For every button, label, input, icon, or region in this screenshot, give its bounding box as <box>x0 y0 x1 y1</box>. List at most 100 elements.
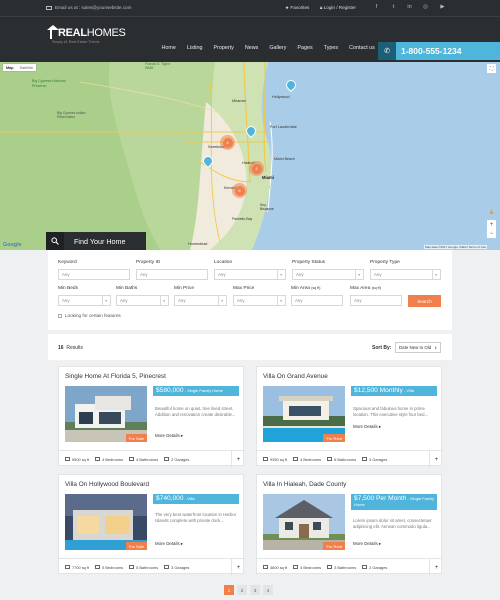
bath-icon <box>327 565 333 569</box>
plus-icon[interactable]: + <box>429 451 443 468</box>
min-beds-select[interactable]: Any ▾ <box>58 295 111 306</box>
property-status-select[interactable]: Any ▾ <box>292 269 364 280</box>
page-2-button[interactable]: 2 <box>237 585 247 595</box>
location-label: Location <box>214 260 233 265</box>
map-type-map[interactable]: Map <box>3 64 17 71</box>
garage-icon <box>362 565 368 569</box>
results-count: 16 Results <box>58 345 84 351</box>
logo-text: REALHOMES <box>58 27 126 39</box>
phone-icon: ✆ <box>378 42 396 60</box>
map-cluster-marker[interactable]: 4 <box>220 135 235 150</box>
nav-item-home[interactable]: Home <box>156 45 181 51</box>
property-title[interactable]: Villa On Hollywood Boulevard <box>65 481 149 488</box>
property-map[interactable]: Map Satellite Big Cypress National Prese… <box>0 62 500 250</box>
property-id-input[interactable]: Any <box>136 269 208 280</box>
zoom-in-icon[interactable]: + <box>487 220 496 229</box>
chevron-down-icon: ▾ <box>277 295 282 306</box>
property-features: 5500 sq ft 4 Bedrooms 4 Bathrooms 2 Gara… <box>59 450 245 468</box>
min-baths-select[interactable]: Any ▾ <box>116 295 169 306</box>
map-cluster-marker[interactable]: 4 <box>249 161 264 176</box>
property-image[interactable]: For Sale <box>65 494 147 550</box>
chevron-down-icon: ▾ <box>355 269 360 280</box>
twitter-icon[interactable]: t <box>390 4 397 11</box>
area-icon <box>65 565 70 569</box>
property-features: 4800 sq ft 4 Bedrooms 3 Bathrooms 2 Gara… <box>257 558 443 576</box>
min-beds-label: Min Beds <box>58 286 78 291</box>
page-4-button[interactable]: 4 <box>263 585 273 595</box>
favorites-link[interactable]: ★ Favorites <box>285 5 309 11</box>
bath-icon <box>129 457 135 461</box>
phone-box[interactable]: ✆ 1-800-555-1234 <box>378 42 500 60</box>
property-title[interactable]: Villa On Grand Avenue <box>263 373 328 380</box>
nav-item-contact[interactable]: Contact us <box>344 45 381 51</box>
location-select[interactable]: Any ▾ <box>214 269 286 280</box>
map-type-satellite[interactable]: Satellite <box>17 64 37 71</box>
property-image[interactable]: For Rent <box>263 494 345 550</box>
map-cluster-marker[interactable]: 6 <box>232 183 247 198</box>
contact-email[interactable]: Email us at : sales@yourwebsite.com <box>46 5 131 10</box>
zoom-out-icon[interactable]: − <box>487 229 496 238</box>
nav-item-types[interactable]: Types <box>318 45 343 51</box>
cluster-count: 4 <box>222 137 233 148</box>
max-area-label: Max Area (sq ft) <box>350 286 381 291</box>
property-image[interactable]: For Sale <box>65 386 147 442</box>
more-details-link[interactable]: More Details ▸ <box>155 433 183 439</box>
nav-item-gallery[interactable]: Gallery <box>264 45 292 51</box>
property-image[interactable]: For Rent <box>263 386 345 442</box>
property-card[interactable]: Villa In Hialeah, Dade County For Rent $… <box>256 474 443 576</box>
keyword-input[interactable]: Any <box>58 269 130 280</box>
more-details-link[interactable]: More Details ▸ <box>353 424 381 430</box>
page-3-button[interactable]: 3 <box>250 585 260 595</box>
baths-value: 3 Bathrooms <box>334 564 357 570</box>
nav-item-property[interactable]: Property <box>208 45 239 51</box>
search-icon <box>46 232 64 250</box>
area-value: 9350 sq ft <box>270 456 288 462</box>
map-label-key-biscayne: Key Biscayne <box>260 203 274 211</box>
property-type-select[interactable]: Any ▾ <box>370 269 441 280</box>
features-toggle[interactable]: Looking for certain features <box>58 313 121 318</box>
baths-value: 6 Bathrooms <box>334 456 357 462</box>
login-register-link[interactable]: 🔒︎ Login / Register <box>320 5 356 10</box>
instagram-icon[interactable]: ◎ <box>422 4 429 11</box>
property-card[interactable]: Villa On Hollywood Boulevard For Sale $7… <box>58 474 245 576</box>
property-description: Lorem ipsum dolor sit amet, consectetuer… <box>353 518 432 529</box>
status-badge: For Sale <box>125 434 147 442</box>
find-your-home-tab[interactable]: Find Your Home <box>46 232 146 250</box>
nav-item-pages[interactable]: Pages <box>292 45 318 51</box>
plus-icon[interactable]: + <box>231 559 245 576</box>
min-area-input[interactable]: Any <box>291 295 343 306</box>
map-label-miami: Miami <box>262 175 274 180</box>
youtube-icon[interactable]: ▶ <box>439 4 446 11</box>
linkedin-icon[interactable]: in <box>406 4 413 11</box>
street-view-icon[interactable]: ♟ <box>488 209 495 217</box>
sort-select[interactable]: Date New to Old ⇕ <box>395 342 441 353</box>
plus-icon[interactable]: + <box>231 451 245 468</box>
facebook-icon[interactable]: f <box>373 4 380 11</box>
property-title[interactable]: Villa In Hialeah, Dade County <box>263 481 346 488</box>
fullscreen-icon[interactable]: ⛶ <box>487 64 496 73</box>
property-card[interactable]: Single Home At Florida 5, Pinecrest For … <box>58 366 245 468</box>
page-1-button[interactable]: 1 <box>224 585 234 595</box>
features-label: Looking for certain features <box>65 313 121 318</box>
nav-item-news[interactable]: News <box>239 45 263 51</box>
more-details-link[interactable]: More Details ▸ <box>155 541 183 547</box>
garages-value: 2 Garages <box>369 564 388 570</box>
beds-value: 4 Bedrooms <box>300 564 322 570</box>
site-logo[interactable]: REALHOMES <box>47 25 126 39</box>
plus-icon[interactable]: + <box>429 559 443 576</box>
property-card[interactable]: Villa On Grand Avenue For Rent $12,500 M… <box>256 366 443 468</box>
search-button[interactable]: Search <box>408 295 441 307</box>
keyword-label: Keyword <box>58 260 77 265</box>
more-details-link[interactable]: More Details ▸ <box>353 541 381 547</box>
property-title[interactable]: Single Home At Florida 5, Pinecrest <box>65 373 166 380</box>
map-attribution[interactable]: Map data ©2017 Google, INEGI Terms of Us… <box>424 245 488 249</box>
max-area-input[interactable]: Any <box>350 295 402 306</box>
max-price-select[interactable]: Any ▾ <box>233 295 286 306</box>
chevron-down-icon: ▾ <box>160 295 165 306</box>
garages-value: 2 Garages <box>171 456 190 462</box>
phone-number: 1-800-555-1234 <box>401 46 462 56</box>
nav-item-listing[interactable]: Listing <box>181 45 208 51</box>
find-your-home-label: Find Your Home <box>74 236 126 246</box>
property-id-label: Property ID <box>136 260 161 265</box>
min-price-select[interactable]: Any ▾ <box>174 295 227 306</box>
